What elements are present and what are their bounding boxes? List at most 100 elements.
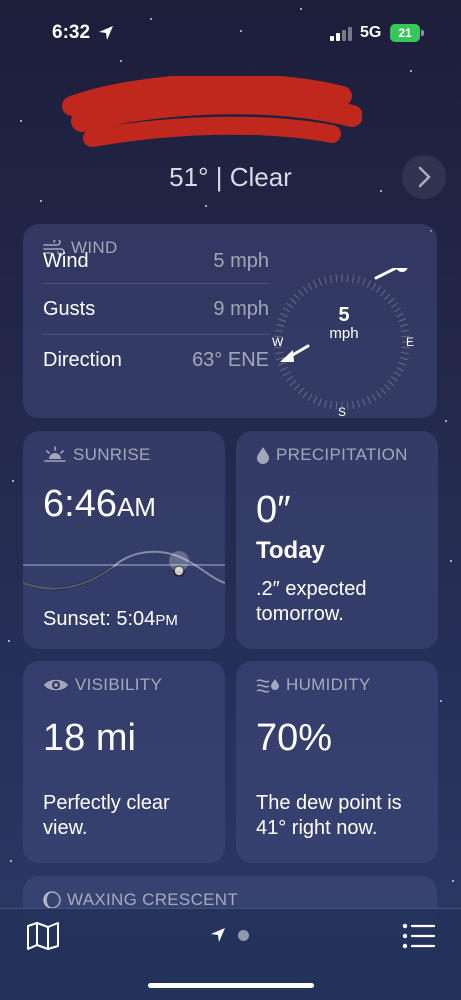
- wind-value: 5 mph: [213, 250, 269, 272]
- location-arrow-icon: [98, 25, 114, 41]
- compass-tick: [401, 329, 410, 333]
- eye-icon: [43, 677, 69, 693]
- sunrise-title: SUNRISE: [73, 445, 151, 464]
- compass-tick: [401, 351, 410, 355]
- sunrise-time-wrap: 6:46AM: [43, 483, 156, 526]
- gusts-label: Gusts: [43, 297, 96, 320]
- compass-tick: [362, 277, 366, 286]
- compass-tick: [362, 398, 366, 407]
- visibility-title: VISIBILITY: [75, 675, 163, 694]
- compass-west: W: [272, 335, 284, 349]
- compass-tick: [396, 366, 404, 372]
- status-time: 6:32: [52, 22, 91, 43]
- sunrise-card-header: SUNRISE: [43, 445, 151, 465]
- sunrise-ampm: AM: [116, 492, 156, 522]
- precipitation-title: PRECIPITATION: [276, 445, 408, 464]
- wind-row-gusts: Gusts 9 mph: [43, 284, 269, 335]
- sunrise-card[interactable]: SUNRISE 6:46AM Sunset: 5:04PM: [23, 431, 225, 649]
- compass-tick: [274, 351, 283, 355]
- compass-tick: [293, 384, 300, 391]
- compass-south: S: [338, 405, 346, 416]
- visibility-value: 18 mi: [43, 717, 136, 759]
- map-button[interactable]: [26, 921, 60, 956]
- compass-tick: [302, 286, 308, 294]
- compass-tick: [371, 393, 377, 402]
- moon-icon: [43, 891, 61, 909]
- visibility-note: Perfectly clear view.: [43, 792, 170, 839]
- battery-level: 21: [398, 26, 412, 40]
- wind-speed-readout: 5 mph: [300, 304, 388, 342]
- chevron-right-icon: [418, 166, 431, 188]
- compass-tick: [302, 390, 308, 398]
- network-type: 5G: [360, 24, 382, 41]
- compass-tick: [351, 401, 355, 410]
- compass-tick: [323, 399, 327, 408]
- compass-tick: [346, 274, 349, 283]
- compass-tick: [274, 329, 283, 333]
- compass-tick: [289, 297, 297, 304]
- wind-speed-value: 5: [338, 304, 350, 326]
- wind-compass: W E S: [272, 268, 414, 416]
- sun-path-graph: [23, 550, 225, 591]
- compass-tick: [380, 387, 387, 395]
- compass-tick: [280, 312, 288, 318]
- compass-tick: [384, 293, 391, 300]
- wind-row-direction: Direction 63° ENE: [43, 335, 269, 386]
- battery-indicator: 21: [390, 24, 424, 42]
- moon-title: WAXING CRESCENT: [67, 890, 239, 909]
- compass-tick: [312, 280, 318, 288]
- cellular-signal-icon: [330, 27, 352, 41]
- compass-tick: [396, 312, 404, 318]
- compass-tick: [380, 289, 387, 297]
- compass-tick: [307, 282, 313, 291]
- compass-tick: [387, 380, 395, 387]
- compass-tick: [312, 396, 318, 404]
- visibility-card[interactable]: VISIBILITY 18 mi Perfectly clear view.: [23, 661, 225, 863]
- compass-tick: [307, 393, 313, 402]
- visibility-card-header: VISIBILITY: [43, 675, 162, 695]
- current-conditions: 51° | Clear: [169, 162, 292, 192]
- humidity-card[interactable]: HUMIDITY 70% The dew point is 41° right …: [236, 661, 438, 863]
- compass-tick: [297, 289, 304, 297]
- compass-tick: [398, 362, 407, 366]
- next-location-button[interactable]: [402, 155, 446, 199]
- compass-tick: [286, 302, 294, 308]
- moon-card-header: WAXING CRESCENT: [43, 890, 238, 910]
- page-dot[interactable]: [238, 930, 249, 941]
- compass-tick: [286, 376, 294, 382]
- current-location-page-indicator[interactable]: [210, 927, 226, 948]
- locations-list-button[interactable]: [402, 923, 436, 954]
- map-icon: [27, 922, 59, 950]
- home-indicator[interactable]: [148, 983, 314, 988]
- compass-tick: [297, 387, 304, 395]
- direction-label: Direction: [43, 349, 122, 371]
- precipitation-period: Today: [256, 537, 325, 564]
- compass-tick: [384, 384, 391, 391]
- compass-tick: [399, 323, 408, 327]
- raindrop-icon: [256, 446, 270, 464]
- compass-tick: [390, 302, 398, 308]
- compass-tick: [277, 362, 286, 366]
- compass-tick: [293, 293, 300, 300]
- compass-tick: [366, 280, 372, 288]
- sunrise-icon: [43, 446, 67, 464]
- compass-tick: [399, 357, 408, 361]
- compass-tick: [351, 274, 355, 283]
- precipitation-card[interactable]: PRECIPITATION 0″ Today .2″ expected tomo…: [236, 431, 438, 649]
- wind-row-wind: Wind 5 mph: [43, 250, 269, 284]
- wind-details: Wind 5 mph Gusts 9 mph Direction 63° ENE: [43, 250, 269, 386]
- compass-tick: [387, 297, 395, 304]
- compass-tick: [335, 401, 338, 410]
- compass-tick: [357, 399, 361, 408]
- gusts-value: 9 mph: [213, 297, 269, 320]
- precipitation-card-header: PRECIPITATION: [256, 445, 408, 465]
- compass-tick: [390, 376, 398, 382]
- status-bar: 6:32 5G 21: [0, 0, 461, 60]
- compass-tick: [323, 276, 327, 285]
- redaction-scribble: [62, 76, 362, 147]
- compass-tick: [335, 274, 338, 283]
- sunset-ampm: PM: [155, 612, 178, 629]
- location-arrow-icon: [211, 928, 225, 942]
- compass-tick: [289, 380, 297, 387]
- sunset-text: Sunset: 5:04PM: [43, 607, 178, 633]
